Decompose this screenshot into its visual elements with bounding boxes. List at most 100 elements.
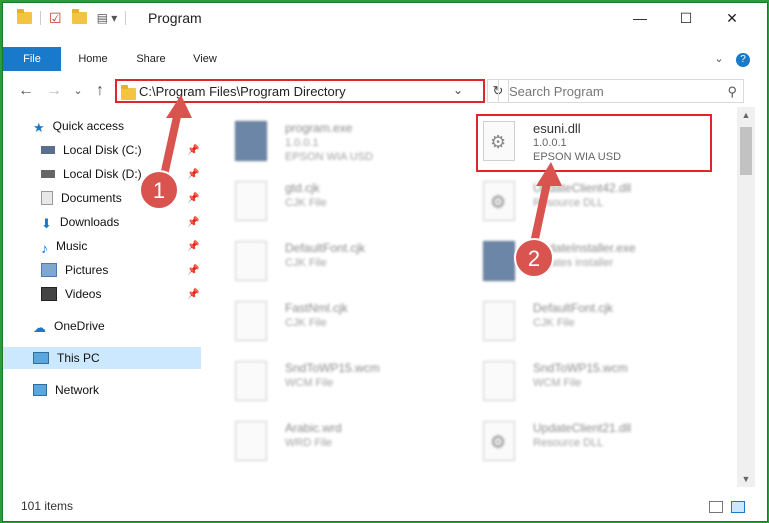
help-icon[interactable]: ? [733,47,753,71]
recent-locations-icon[interactable]: ⌄ [67,81,89,101]
installer-icon [483,241,515,281]
folder-icon [121,85,136,100]
file-name: UpdateClient42.dll [533,181,632,195]
list-item[interactable]: UpdateClient21.dll Resource DLL [461,413,701,467]
folder-icon [17,9,32,24]
window-title: Program [148,10,202,26]
highlight-box [476,114,712,172]
sidebar-item-label: Downloads [59,215,120,229]
large-icons-view-icon[interactable] [731,501,745,513]
sidebar-item-quick-access[interactable]: ★ Quick access [3,115,201,137]
status-bar: 101 items [3,493,767,521]
tab-view[interactable]: View [181,47,229,71]
minimize-button[interactable]: — [617,3,663,33]
navigation-pane: ★ Quick access Local Disk (C:) 📌 Local D… [3,113,201,473]
file-version: 1.0.0.1 [285,137,319,149]
file-icon [235,181,267,221]
navigation-bar: ← → ⌄ ↑ C:\Program Files\Program Directo… [3,75,767,107]
scroll-down-icon[interactable]: ▼ [737,471,755,487]
sidebar-item-label: Music [56,239,88,253]
pictures-icon [41,263,57,277]
sidebar-item-downloads[interactable]: ⬇ Downloads 📌 [3,211,201,233]
sidebar-item-network[interactable]: Network [3,379,201,401]
videos-icon [41,287,57,301]
sidebar-item-onedrive[interactable]: ☁ OneDrive [3,315,201,337]
list-item[interactable]: DefaultFont.cjk CJK File [461,293,701,347]
network-icon [33,384,47,396]
address-path[interactable]: C:\Program Files\Program Directory [139,84,346,99]
sidebar-item-label: Network [55,383,100,397]
list-item[interactable]: gtd.cjk CJK File [213,173,453,227]
cloud-icon: ☁ [33,320,46,335]
sidebar-item-local-disk-d[interactable]: Local Disk (D:) 📌 [3,163,201,185]
search-input[interactable]: Search Program ⚲ [498,79,744,103]
music-icon: ♪ [41,240,48,256]
sidebar-item-label: Local Disk (C:) [63,143,142,157]
list-item[interactable]: SndToWP15.wcm WCM File [213,353,453,407]
pin-icon[interactable]: 📌 [187,217,199,228]
sidebar-item-label: Documents [61,191,122,205]
details-view-icon[interactable] [709,501,723,513]
item-count: 101 items [21,499,74,513]
list-item[interactable]: DefaultFont.cjk CJK File [213,233,453,287]
sidebar-item-label: Pictures [65,263,109,277]
sidebar-item-pictures[interactable]: Pictures 📌 [3,259,201,281]
file-name: DefaultFont.cjk [285,241,366,255]
vertical-scrollbar[interactable]: ▲ ▼ [737,107,755,487]
pin-icon[interactable]: 📌 [187,193,199,204]
list-item[interactable]: SndToWP15.wcm WCM File [461,353,701,407]
pin-icon[interactable]: 📌 [187,241,199,252]
tab-share[interactable]: Share [123,47,179,71]
sidebar-item-label: This PC [57,351,100,365]
file-icon [235,241,267,281]
pin-icon[interactable]: 📌 [187,145,199,156]
file-type: updates installer [533,257,614,269]
sidebar-item-label: Videos [65,287,102,301]
file-icon [483,301,515,341]
scroll-up-icon[interactable]: ▲ [737,107,755,123]
pin-icon[interactable]: 📌 [187,169,199,180]
list-item[interactable]: program.exe 1.0.0.1 EPSON WIA USD [213,113,453,167]
explorer-window: ☑ ▤ ▾ Program — ☐ ✕ File Home Share View… [2,2,768,522]
customize-toolbar-icon[interactable]: ▤ ▾ [97,11,118,25]
sidebar-item-music[interactable]: ♪ Music 📌 [3,235,201,257]
search-icon[interactable]: ⚲ [727,84,737,100]
maximize-button[interactable]: ☐ [663,3,709,33]
sidebar-item-label: Local Disk (D:) [63,167,142,181]
expand-ribbon-icon[interactable]: ⌄ [709,47,729,71]
tab-home[interactable]: Home [65,47,121,71]
list-item[interactable]: FastNml.cjk CJK File [213,293,453,347]
scrollbar-thumb[interactable] [740,127,752,175]
file-type: CJK File [285,317,327,329]
documents-icon [41,191,53,205]
pin-icon[interactable]: 📌 [187,265,199,276]
close-button[interactable]: ✕ [709,3,755,33]
address-bar[interactable]: C:\Program Files\Program Directory ⌄ [115,79,485,103]
forward-arrow-icon[interactable]: → [43,81,65,101]
computer-icon [33,352,49,364]
file-name: gtd.cjk [285,181,320,195]
file-type: WRD File [285,437,333,449]
dll-file-icon [483,181,515,221]
sidebar-item-documents[interactable]: Documents 📌 [3,187,201,209]
dll-file-icon [483,421,515,461]
tab-file[interactable]: File [3,47,61,71]
chevron-down-icon[interactable]: ⌄ [453,83,463,97]
file-name: program.exe [285,121,353,135]
sidebar-item-local-disk-c[interactable]: Local Disk (C:) 📌 [3,139,201,161]
title-bar: ☑ ▤ ▾ Program — ☐ ✕ [3,3,767,33]
sidebar-item-videos[interactable]: Videos 📌 [3,283,201,305]
up-arrow-icon[interactable]: ↑ [89,81,111,101]
pin-icon[interactable]: 📌 [187,289,199,300]
file-name: SndToWP15.wcm [285,361,380,375]
list-item[interactable]: UpdateClient42.dll Resource DLL [461,173,701,227]
file-type: WCM File [285,377,334,389]
file-name: SndToWP15.wcm [533,361,628,375]
list-item[interactable]: UpdateInstaller.exe updates installer [461,233,701,287]
list-item[interactable]: Arabic.wrd WRD File [213,413,453,467]
sidebar-item-this-pc[interactable]: This PC [3,347,201,369]
new-folder-icon[interactable] [71,9,87,24]
back-arrow-icon[interactable]: ← [15,81,37,101]
file-name: FastNml.cjk [285,301,348,315]
properties-icon[interactable]: ☑ [49,10,62,27]
